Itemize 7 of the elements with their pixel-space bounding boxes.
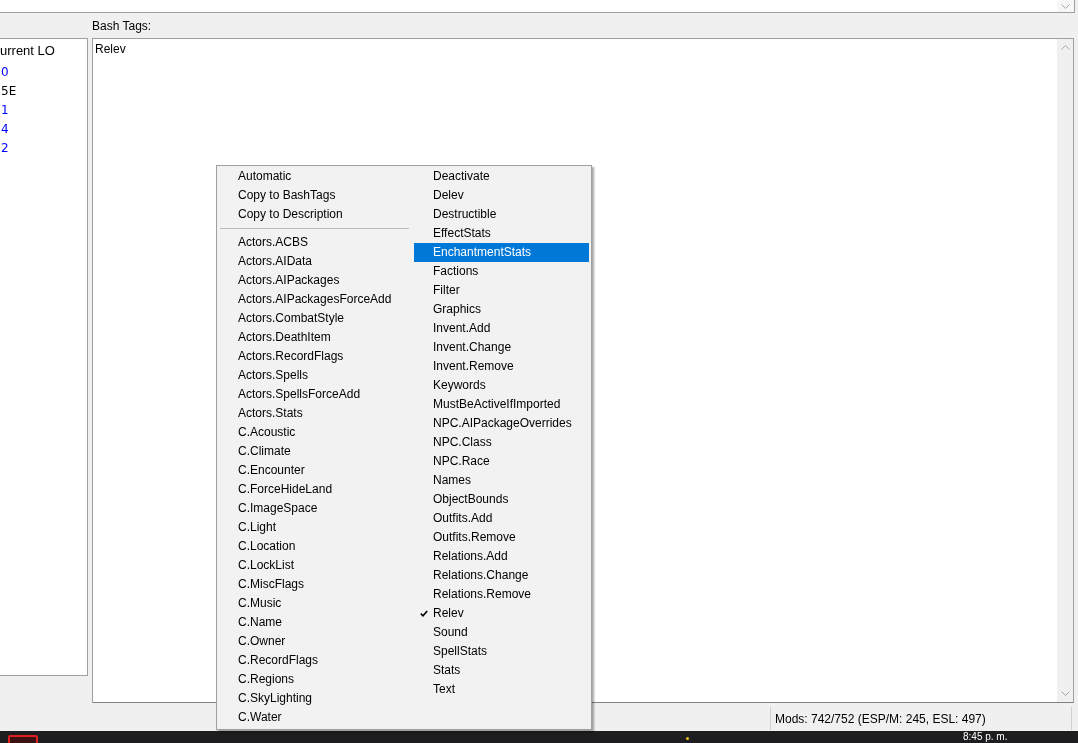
status-text: Mods: 742/752 (ESP/M: 245, ESL: 497) xyxy=(770,707,1072,730)
list-cell-text: 4 xyxy=(0,121,9,138)
list-cell-text: 0 xyxy=(0,64,9,81)
list-cell-text: 1 xyxy=(0,102,9,119)
list-cell-text: 2 xyxy=(0,140,9,157)
list-cell-text: 5E xyxy=(0,83,17,100)
field-label: Bash Tags: xyxy=(92,18,152,33)
